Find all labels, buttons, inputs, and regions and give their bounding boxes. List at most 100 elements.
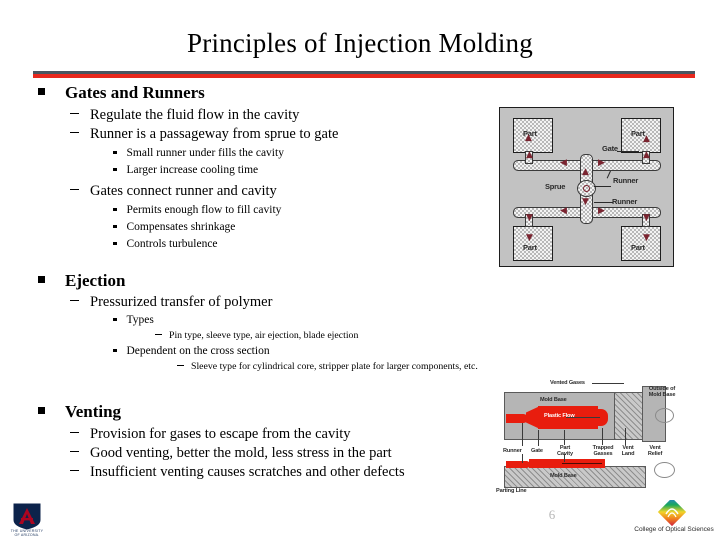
bullet-sleeve-type-detail: Sleeve type for cylindrical core, stripp… bbox=[177, 360, 478, 373]
optical-sciences-diamond-icon bbox=[657, 497, 687, 527]
bullet-text: Sleeve type for cylindrical core, stripp… bbox=[191, 361, 478, 372]
runner-lower-leader-line bbox=[594, 202, 613, 203]
label-trapped-gasses: Trapped Gasses bbox=[592, 445, 614, 458]
dash-bullet-icon bbox=[70, 132, 79, 133]
plastic-runner-lower bbox=[506, 461, 530, 468]
dash-bullet-icon bbox=[70, 113, 79, 114]
part-label: Part bbox=[523, 243, 537, 252]
bullet-text: Provision for gases to escape from the c… bbox=[90, 426, 351, 442]
dash-bullet-icon bbox=[70, 300, 79, 301]
label-runner: Runner bbox=[503, 448, 522, 454]
ua-logo-caption: THE UNIVERSITY OF ARIZONA. bbox=[8, 529, 46, 538]
part-cavity-leader-line bbox=[564, 430, 565, 445]
sprue-center-icon bbox=[583, 185, 590, 192]
label-outside-of-mold-base: Outside of Mold Base bbox=[648, 386, 676, 399]
bullet-text: Gates connect runner and cavity bbox=[90, 183, 277, 199]
runner-leader-line-lower bbox=[522, 454, 523, 463]
bullet-runner-passageway: Runner is a passageway from sprue to gat… bbox=[70, 125, 338, 143]
part-box-bottom-right: Part bbox=[621, 226, 661, 261]
bullet-larger-increase-cooling-time: Larger increase cooling time bbox=[113, 163, 258, 178]
gas-puff-upper-icon bbox=[655, 408, 674, 423]
dash-bullet-icon bbox=[177, 365, 184, 366]
square-bullet-icon bbox=[38, 88, 45, 95]
label-vent-relief: Vent Relief bbox=[647, 445, 663, 458]
square-bullet-icon bbox=[113, 167, 117, 171]
label-gate: Gate bbox=[531, 448, 543, 454]
plastic-runner-upper bbox=[506, 414, 528, 423]
part-label: Part bbox=[631, 243, 645, 252]
section-heading-ejection: Ejection bbox=[38, 270, 125, 292]
square-bullet-icon bbox=[113, 348, 117, 352]
bullet-text: Permits enough flow to fill cavity bbox=[126, 204, 282, 216]
bullet-provision-for-gases: Provision for gases to escape from the c… bbox=[70, 425, 351, 443]
plastic-flow-arrow bbox=[566, 417, 600, 418]
bullet-small-runner-underfills: Small runner under fills the cavity bbox=[113, 146, 284, 161]
bullet-text: Good venting, better the mold, less stre… bbox=[90, 445, 392, 461]
heading-text: Gates and Runners bbox=[65, 83, 205, 102]
venting-diagram: Plastic Flow Mold Base Vented Gases Outs… bbox=[492, 378, 682, 496]
gas-puff-lower-icon bbox=[654, 462, 675, 478]
part-box-top-right: Part bbox=[621, 118, 661, 153]
section-heading-gates-and-runners: Gates and Runners bbox=[38, 82, 205, 104]
bullet-text: Types bbox=[126, 314, 154, 326]
ua-caption-line-2: OF ARIZONA. bbox=[14, 533, 40, 538]
label-vented-gases: Vented Gases bbox=[550, 380, 585, 386]
bullet-regulate-fluid-flow: Regulate the fluid flow in the cavity bbox=[70, 106, 299, 124]
bullet-pressurized-transfer-of-polymer: Pressurized transfer of polymer bbox=[70, 293, 272, 311]
heading-text: Venting bbox=[65, 402, 122, 421]
title-divider bbox=[33, 71, 695, 78]
label-sprue: Sprue bbox=[545, 182, 566, 191]
runner-upper-leader-line bbox=[606, 170, 611, 179]
bullet-dependent-on-cross-section: Dependent on the cross section bbox=[113, 344, 270, 359]
gate-leader-line bbox=[538, 430, 539, 446]
divider-bottom-bar bbox=[33, 74, 695, 78]
bullet-types: Types bbox=[113, 313, 154, 328]
label-parting-line: Parting Line bbox=[496, 488, 527, 494]
dash-bullet-icon bbox=[70, 189, 79, 190]
vent-land-leader-line bbox=[625, 428, 626, 445]
page-number: 6 bbox=[548, 507, 556, 522]
gate-leader-line bbox=[617, 151, 639, 152]
part-cavity-leader-line-lower bbox=[564, 454, 565, 462]
bullet-good-venting: Good venting, better the mold, less stre… bbox=[70, 444, 392, 462]
part-box-top-left: Part bbox=[513, 118, 553, 153]
square-bullet-icon bbox=[113, 224, 117, 228]
bullet-ejection-types-list: Pin type, sleeve type, air ejection, bla… bbox=[155, 329, 358, 342]
bullet-text: Compensates shrinkage bbox=[126, 221, 236, 233]
bullet-text: Pin type, sleeve type, air ejection, bla… bbox=[169, 330, 359, 341]
trapped-gasses-leader-line bbox=[602, 428, 603, 445]
square-bullet-icon bbox=[38, 276, 45, 283]
label-runner-upper: Runner bbox=[613, 176, 639, 185]
bullet-text: Pressurized transfer of polymer bbox=[90, 294, 273, 310]
dash-bullet-icon bbox=[70, 451, 79, 452]
cos-logo-caption: College of Optical Sciences bbox=[634, 526, 714, 533]
label-part-cavity: Part Cavity bbox=[557, 445, 573, 457]
runner-leader-line bbox=[522, 423, 523, 446]
bullet-insufficient-venting: Insufficient venting causes scratches an… bbox=[70, 463, 405, 481]
bullet-text: Larger increase cooling time bbox=[126, 164, 259, 176]
vented-gases-leader-line bbox=[592, 383, 624, 384]
dash-bullet-icon bbox=[70, 432, 79, 433]
bullet-controls-turbulence: Controls turbulence bbox=[113, 237, 218, 252]
arizona-shield-icon bbox=[13, 503, 41, 530]
dash-bullet-icon bbox=[155, 334, 162, 335]
label-mold-base-bottom: Mold Base bbox=[550, 473, 577, 479]
section-heading-venting: Venting bbox=[38, 401, 121, 423]
label-runner-lower: Runner bbox=[612, 197, 638, 206]
ua-caption-line-1: THE UNIVERSITY bbox=[10, 529, 44, 533]
college-of-optical-sciences-logo: College of Optical Sciences bbox=[628, 497, 720, 538]
bullet-text: Insufficient venting causes scratches an… bbox=[90, 464, 405, 480]
dash-bullet-icon bbox=[70, 470, 79, 471]
bullet-text: Small runner under fills the cavity bbox=[126, 147, 284, 159]
plastic-flow-arrow-lower bbox=[562, 463, 602, 464]
bullet-text: Regulate the fluid flow in the cavity bbox=[90, 107, 300, 123]
square-bullet-icon bbox=[113, 241, 117, 245]
bullet-text: Dependent on the cross section bbox=[126, 345, 270, 357]
runner-and-gate-diagram: Part Part Part Part ▲ ▲ ▲ ▲ ◀ ▶ ▲ ▼ ◀ ▶ … bbox=[499, 107, 674, 267]
bullet-text: Runner is a passageway from sprue to gat… bbox=[90, 126, 339, 142]
heading-text: Ejection bbox=[65, 271, 126, 290]
sprue-leader-line bbox=[594, 186, 611, 187]
label-vent-land: Vent Land bbox=[621, 445, 635, 458]
bullet-compensates-shrinkage: Compensates shrinkage bbox=[113, 220, 235, 235]
bullet-permits-enough-flow: Permits enough flow to fill cavity bbox=[113, 203, 281, 218]
